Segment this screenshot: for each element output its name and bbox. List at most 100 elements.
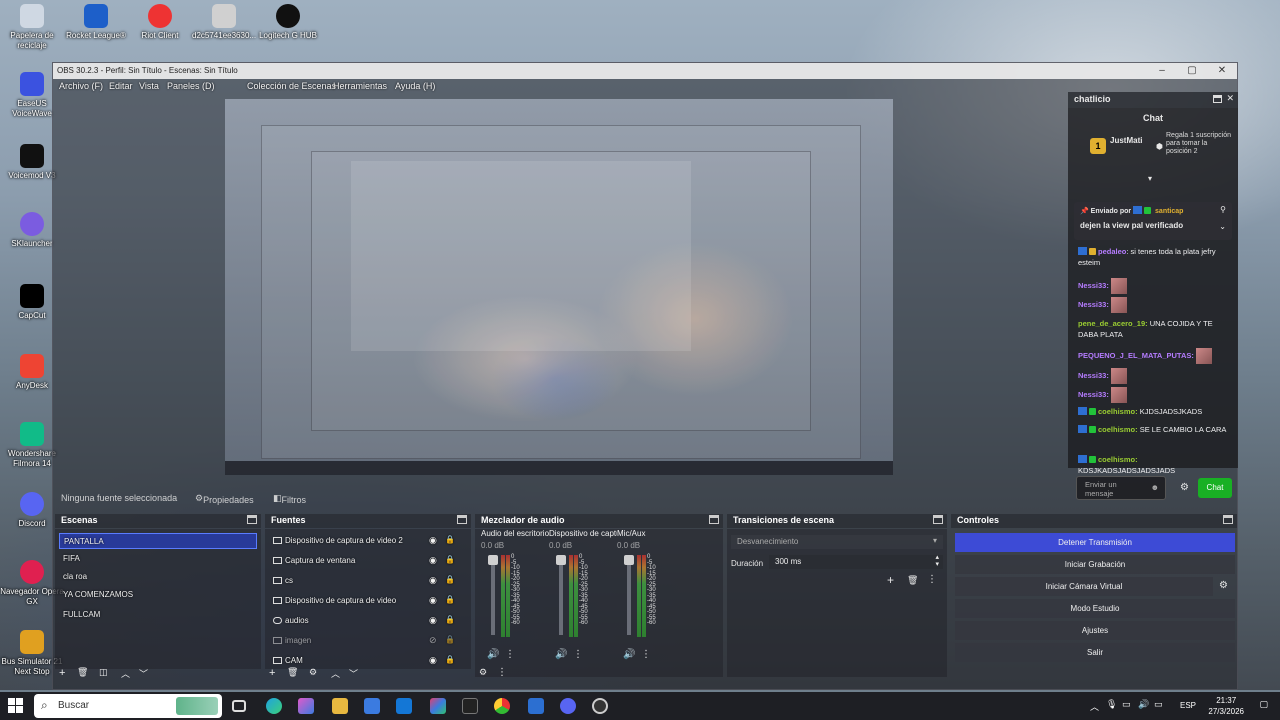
source-properties-icon[interactable]: ⚙: [309, 667, 317, 678]
lock-icon[interactable]: 🔒: [445, 555, 455, 564]
remove-source-icon[interactable]: 🗑: [287, 667, 298, 678]
chrome-icon[interactable]: [494, 698, 510, 714]
scene-item-cla-roa[interactable]: cla roa: [59, 569, 257, 585]
chat-send-button[interactable]: Chat: [1198, 478, 1232, 498]
speaker-icon[interactable]: 🔊: [555, 649, 567, 660]
chevron-up-icon[interactable]: ︿: [1090, 700, 1099, 713]
speaker-icon[interactable]: 🔊: [623, 649, 635, 660]
outlook-icon[interactable]: [396, 698, 412, 714]
expand-chevron-icon[interactable]: ⌄: [1219, 222, 1226, 231]
chat-settings-icon[interactable]: ⚙: [1180, 482, 1189, 493]
stream-preview[interactable]: [225, 99, 893, 475]
settings-button[interactable]: Ajustes: [955, 621, 1235, 640]
battery-icon[interactable]: ▭: [1154, 699, 1163, 710]
undock-icon[interactable]: [933, 515, 943, 524]
windows-start-icon[interactable]: [8, 698, 24, 714]
volume-fader-track[interactable]: [627, 555, 631, 635]
visibility-eye-icon[interactable]: ◉: [429, 535, 437, 546]
menu-editar[interactable]: Editar: [109, 81, 133, 91]
taskbar-search-box[interactable]: ⌕ Buscar: [34, 694, 222, 718]
lock-icon[interactable]: 🔒: [445, 655, 455, 664]
transition-type-select[interactable]: Desvanecimiento ▾: [731, 535, 943, 549]
volume-fader-track[interactable]: [559, 555, 563, 635]
volume-fader-handle[interactable]: [556, 555, 566, 565]
exit-button[interactable]: Salir: [955, 643, 1235, 662]
close-icon[interactable]: ✕: [1226, 93, 1234, 104]
undock-icon[interactable]: [1213, 95, 1222, 103]
visibility-eye-icon[interactable]: ◉: [429, 615, 437, 626]
collapse-chevron-icon[interactable]: ▾: [1148, 174, 1152, 183]
scene-filters-icon[interactable]: ◫: [99, 667, 108, 678]
move-source-up-icon[interactable]: ︿: [331, 667, 340, 680]
remove-scene-icon[interactable]: 🗑: [77, 667, 88, 678]
maximize-icon[interactable]: ▢: [1177, 63, 1207, 79]
move-source-down-icon[interactable]: ﹀: [349, 667, 358, 680]
menu-archivo[interactable]: Archivo (F): [59, 81, 103, 91]
pinned-message[interactable]: 📌 Enviado por santicap dejen la view pal…: [1074, 202, 1232, 240]
mixer-menu-icon[interactable]: ⋮: [497, 667, 507, 678]
stop-streaming-button[interactable]: Detener Transmisión: [955, 533, 1235, 552]
add-scene-icon[interactable]: +: [59, 667, 65, 679]
language-indicator[interactable]: ESP: [1180, 701, 1196, 710]
more-options-icon[interactable]: ⋮: [573, 649, 583, 660]
discord-taskbar-icon[interactable]: [560, 698, 576, 714]
undock-icon[interactable]: [1223, 515, 1233, 524]
visibility-eye-icon[interactable]: ◉: [429, 655, 437, 666]
desktop-icon-file[interactable]: d2c5741ee3630...: [192, 4, 256, 41]
scene-item-fifa[interactable]: FIFA: [59, 551, 257, 567]
source-item-cs[interactable]: cs ◉ 🔒: [269, 573, 467, 589]
source-item-video-capture[interactable]: Dispositivo de captura de video ◉ 🔒: [269, 593, 467, 609]
source-item-imagen[interactable]: imagen ⊘ 🔒: [269, 633, 467, 649]
advanced-audio-icon[interactable]: ⚙: [479, 667, 487, 678]
close-icon[interactable]: ✕: [1207, 63, 1237, 79]
start-virtual-camera-button[interactable]: Iniciar Cámara Virtual: [955, 577, 1213, 596]
lock-icon[interactable]: 🔒: [445, 615, 455, 624]
spin-arrows-icon[interactable]: ▴ ▾: [935, 554, 939, 568]
scene-item-pantalla[interactable]: PANTALLA: [59, 533, 257, 549]
microsoft-365-icon[interactable]: [430, 698, 446, 714]
file-explorer-icon[interactable]: [332, 698, 348, 714]
volume-fader-handle[interactable]: [624, 555, 634, 565]
visibility-eye-icon[interactable]: ◉: [429, 595, 437, 606]
add-transition-icon[interactable]: +: [887, 573, 894, 587]
malwarebytes-icon[interactable]: [528, 698, 544, 714]
obs-title-bar[interactable]: OBS 30.2.3 - Perfil: Sin Título - Escena…: [53, 63, 1237, 79]
desktop-icon-logitech[interactable]: Logitech G HUB: [256, 4, 320, 41]
duration-spinbox[interactable]: 300 ms ▴ ▾: [769, 554, 943, 569]
more-options-icon[interactable]: ⋮: [641, 649, 651, 660]
unpin-icon[interactable]: ⚲: [1220, 205, 1226, 214]
speaker-icon[interactable]: 🔊: [487, 649, 499, 660]
undock-icon[interactable]: [709, 515, 719, 524]
task-view-icon[interactable]: [232, 700, 246, 712]
move-scene-up-icon[interactable]: ︿: [121, 667, 130, 680]
clock[interactable]: 21:37 27/3/2026: [1208, 695, 1244, 717]
epic-games-icon[interactable]: [462, 698, 478, 714]
menu-paneles[interactable]: Paneles (D): [167, 81, 215, 91]
volume-fader-track[interactable]: [491, 555, 495, 635]
microphone-icon[interactable]: 🎙: [1106, 699, 1117, 710]
properties-button[interactable]: ⚙ Propiedades: [195, 493, 254, 505]
menu-herramientas[interactable]: Herramientas: [333, 81, 387, 91]
volume-fader-handle[interactable]: [488, 555, 498, 565]
add-source-icon[interactable]: +: [269, 667, 275, 679]
lock-icon[interactable]: 🔒: [445, 535, 455, 544]
source-item-video-capture-2[interactable]: Dispositivo de captura de video 2 ◉ 🔒: [269, 533, 467, 549]
source-item-window-capture[interactable]: Captura de ventana ◉ 🔒: [269, 553, 467, 569]
desktop-icon-recycle-bin[interactable]: Papelera de reciclaje: [0, 4, 64, 51]
remove-transition-icon[interactable]: 🗑: [907, 575, 918, 586]
chat-message-input[interactable]: Enviar un mensaje ☻: [1076, 476, 1166, 500]
visibility-eye-icon[interactable]: ◉: [429, 555, 437, 566]
menu-ayuda[interactable]: Ayuda (H): [395, 81, 435, 91]
menu-vista[interactable]: Vista: [139, 81, 159, 91]
lock-icon[interactable]: 🔒: [445, 635, 455, 644]
studio-mode-button[interactable]: Modo Estudio: [955, 599, 1235, 618]
microsoft-store-icon[interactable]: [364, 698, 380, 714]
move-scene-down-icon[interactable]: ﹀: [139, 667, 148, 680]
filters-button[interactable]: ◧ Filtros: [273, 493, 306, 505]
minimize-icon[interactable]: –: [1147, 63, 1177, 79]
notifications-icon[interactable]: ▢: [1259, 699, 1268, 710]
copilot-icon[interactable]: [298, 698, 314, 714]
edge-icon[interactable]: [266, 698, 282, 714]
scene-item-ya-comenzamos[interactable]: YA COMENZAMOS: [59, 587, 257, 603]
desktop-icon-riot-client[interactable]: Riot Client: [128, 4, 192, 41]
